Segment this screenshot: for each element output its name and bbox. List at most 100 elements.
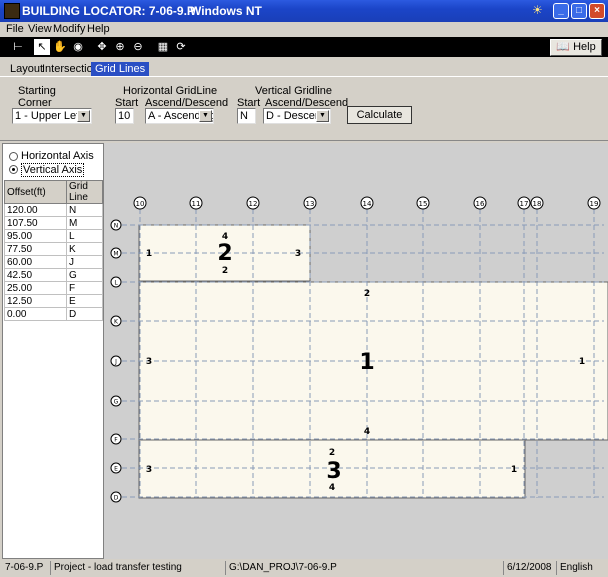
refresh-icon[interactable]: ⟳ (173, 39, 189, 55)
title-bar: BUILDING LOCATOR: 7-06-9.P Windows NT ☀ … (0, 0, 608, 22)
corner-number: 2 (222, 266, 228, 276)
corner-number: 1 (146, 249, 152, 259)
menu-view[interactable]: View (28, 23, 52, 35)
status-date: 6/12/2008 (503, 561, 552, 575)
toolbar: ⊢ ↖ ✋ ◉ ✥ ⊕ ⊖ ▦ ⟳ 📖 Help (0, 37, 608, 57)
gridline-cell[interactable]: N (66, 203, 103, 217)
offset-cell[interactable]: 107.50 (4, 216, 67, 230)
pointer-icon[interactable]: ↖ (34, 39, 50, 55)
building-1-label: 1 (359, 350, 374, 375)
grid-bubble-label: M (113, 251, 118, 258)
close-button[interactable]: × (589, 3, 605, 19)
offset-cell[interactable]: 12.50 (4, 294, 67, 308)
offset-cell[interactable]: 120.00 (4, 203, 67, 217)
plan-canvas[interactable]: 10 11 12 13 14 15 16 17 18 19 N M L K J G F E D 2 1 3 1 4 2 3 2 3 1 4… (104, 143, 608, 559)
tab-divider (0, 76, 608, 77)
gridline-cell[interactable]: E (66, 294, 103, 308)
status-language: English (556, 561, 593, 575)
chevron-down-icon[interactable]: ▼ (77, 110, 90, 122)
offset-column-header[interactable]: Offset(ft) (4, 180, 67, 204)
gridline-cell[interactable]: F (66, 281, 103, 295)
grid-bubble-label: 11 (192, 200, 201, 208)
corner-number: 4 (222, 232, 228, 242)
table-row[interactable]: 42.50 G (4, 268, 103, 282)
zoom-out-icon[interactable]: ⊖ (130, 39, 146, 55)
chevron-down-icon[interactable]: ▼ (316, 110, 329, 122)
book-icon: 📖 (556, 41, 570, 53)
offset-cell[interactable]: 95.00 (4, 229, 67, 243)
h-start-input[interactable]: 10 (115, 108, 134, 124)
help-label: Help (573, 41, 596, 53)
grid-offset-table: Offset(ft) Grid Line 120.00 N 107.50 M 95.00… (4, 180, 103, 321)
gridline-cell[interactable]: L (66, 229, 103, 243)
offset-cell[interactable]: 25.00 (4, 281, 67, 295)
window-title: BUILDING LOCATOR: 7-06-9.P (22, 4, 195, 18)
corner-value: 1 - Upper Left (15, 110, 83, 122)
maximize-button[interactable]: □ (571, 3, 587, 19)
h-order-select[interactable]: A - Ascending ▼ (145, 108, 214, 124)
help-button[interactable]: 📖 Help (550, 39, 602, 56)
zoom-in-icon[interactable]: ⊕ (112, 39, 128, 55)
grid-bubble-label: E (114, 466, 118, 473)
corner-number: 1 (579, 357, 585, 367)
horizontal-gridline-label: Horizontal GridLine (123, 85, 218, 97)
measure-icon[interactable]: ⊢ (10, 39, 26, 55)
vertical-axis-radio[interactable] (9, 165, 18, 174)
v-order-select[interactable]: D - Descendir ▼ (263, 108, 331, 124)
menu-bar: File View Modify Help (0, 22, 608, 37)
building-2-label: 2 (217, 241, 232, 266)
table-row[interactable]: 12.50 E (4, 294, 103, 308)
table-row[interactable]: 0.00 D (4, 307, 103, 321)
pan-icon[interactable]: ✋ (52, 39, 68, 55)
grid-bubble-label: 13 (306, 200, 315, 208)
move-icon[interactable]: ✥ (94, 39, 110, 55)
corner-number: 2 (364, 289, 370, 299)
table-row[interactable]: 120.00 N (4, 203, 103, 217)
gridline-cell[interactable]: K (66, 242, 103, 256)
app-icon[interactable] (4, 3, 20, 19)
horizontal-axis-label: Horizontal Axis (21, 150, 94, 162)
status-bar: 7-06-9.P Project - load transfer testing… (0, 559, 608, 577)
menu-file[interactable]: File (6, 23, 24, 35)
grid-bubble-label: G (114, 399, 119, 406)
offset-cell[interactable]: 60.00 (4, 255, 67, 269)
menu-modify[interactable]: Modify (53, 23, 85, 35)
grid-bubble-label: 18 (533, 200, 542, 208)
gridline-cell[interactable]: J (66, 255, 103, 269)
gridline-column-header[interactable]: Grid Line (66, 180, 103, 204)
horizontal-axis-radio[interactable] (9, 152, 18, 161)
corner-number: 3 (146, 357, 152, 367)
chevron-down-icon[interactable]: ▼ (199, 110, 212, 122)
grid-bubble-label: 16 (476, 200, 485, 208)
corner-select[interactable]: 1 - Upper Left ▼ (12, 108, 92, 124)
v-start-value: N (240, 110, 248, 122)
gridline-cell[interactable]: G (66, 268, 103, 282)
gridline-cell[interactable]: D (66, 307, 103, 321)
offset-cell[interactable]: 0.00 (4, 307, 67, 321)
table-row[interactable]: 77.50 K (4, 242, 103, 256)
vertical-gridline-label: Vertical Gridline (255, 85, 333, 97)
status-file: 7-06-9.P (5, 562, 44, 573)
grid-bubble-label: N (114, 223, 119, 230)
table-row[interactable]: 107.50 M (4, 216, 103, 230)
corner-number: 1 (511, 465, 517, 475)
corner-number: 2 (329, 448, 335, 458)
globe-icon[interactable]: ◉ (70, 39, 86, 55)
offset-cell[interactable]: 42.50 (4, 268, 67, 282)
calculate-button[interactable]: Calculate (347, 106, 412, 124)
corner-number: 4 (364, 427, 370, 437)
minimize-button[interactable]: _ (553, 3, 569, 19)
tab-grid-lines[interactable]: Grid Lines (91, 62, 150, 76)
menu-help[interactable]: Help (87, 23, 110, 35)
table-row[interactable]: 60.00 J (4, 255, 103, 269)
settings-divider (0, 140, 608, 141)
v-start-input[interactable]: N (237, 108, 256, 124)
grid-bubble-label: 19 (590, 200, 599, 208)
offset-cell[interactable]: 77.50 (4, 242, 67, 256)
table-row[interactable]: 95.00 L (4, 229, 103, 243)
building-plan[interactable]: 10 11 12 13 14 15 16 17 18 19NMLKJGFED213142323 14… (104, 143, 608, 559)
zoom-extents-icon[interactable]: ▦ (155, 39, 171, 55)
gridline-cell[interactable]: M (66, 216, 103, 230)
grid-bubble-label: J (114, 359, 117, 366)
table-row[interactable]: 25.00 F (4, 281, 103, 295)
